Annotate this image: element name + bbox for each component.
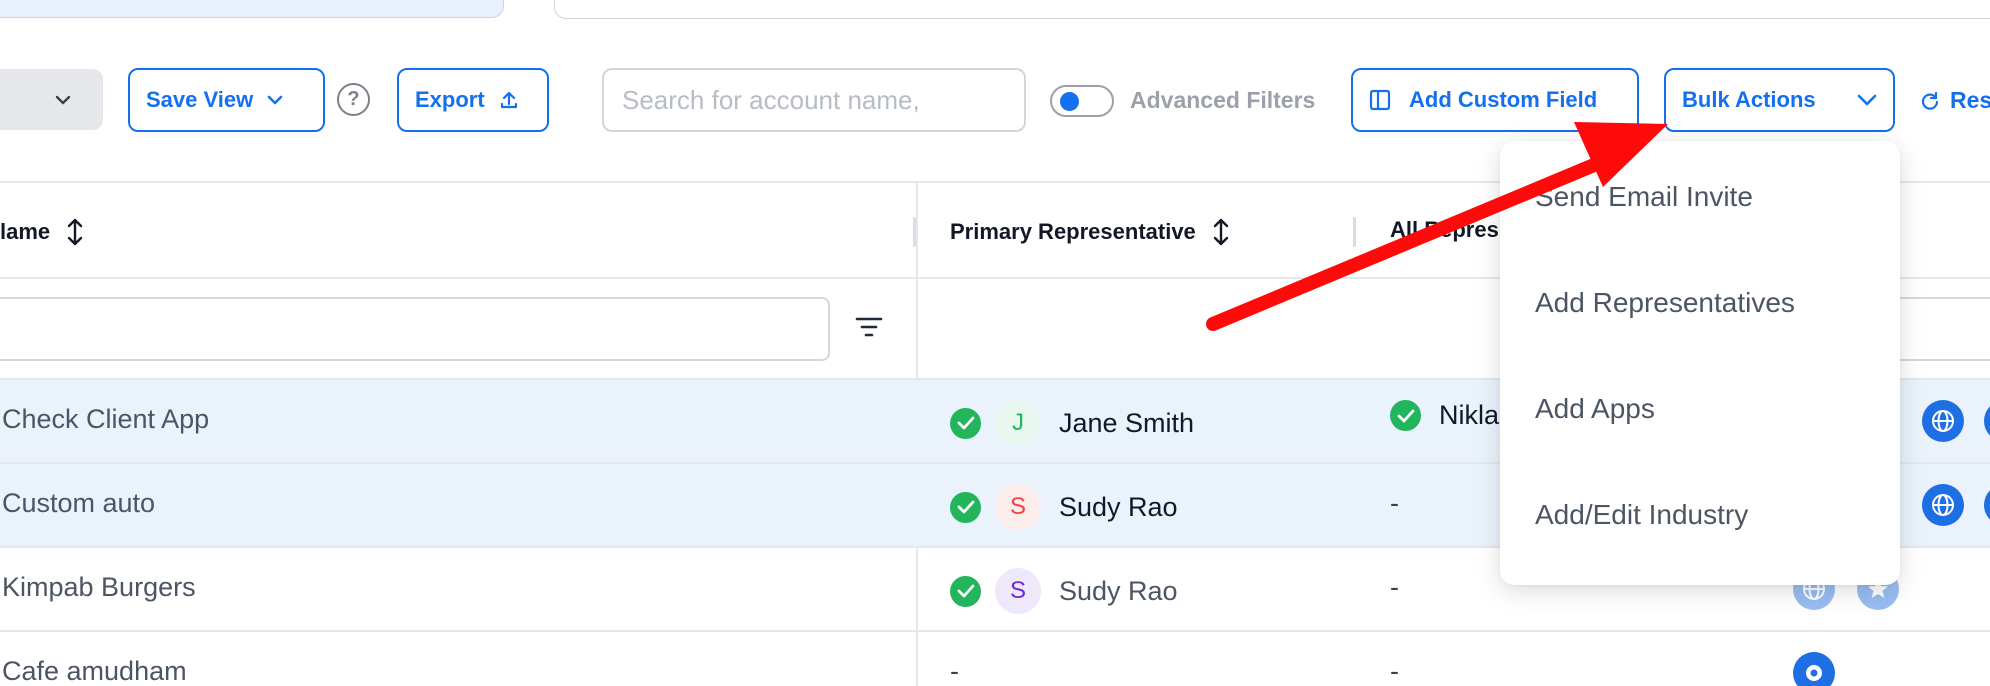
primary-representative: J Jane Smith: [950, 400, 1194, 446]
all-representatives: -: [1390, 572, 1399, 602]
help-icon[interactable]: ?: [337, 83, 370, 116]
representative-name: Jane Smith: [1059, 407, 1195, 438]
representative-name: Sudy Rao: [1059, 491, 1178, 522]
all-representatives: Niklas: [1390, 400, 1513, 431]
top-input-area: [554, 0, 1990, 19]
chevron-down-icon: [267, 95, 283, 105]
column-header-name[interactable]: lame: [0, 217, 84, 247]
app-icon[interactable]: [1984, 400, 1990, 442]
column-header-all-representatives[interactable]: All Repres: [1390, 217, 1499, 243]
check-icon: [1390, 400, 1421, 431]
add-custom-field-button[interactable]: Add Custom Field: [1351, 68, 1639, 132]
app-icon[interactable]: [1984, 484, 1990, 526]
view-select[interactable]: [0, 69, 103, 130]
search-input[interactable]: Search for account name,: [602, 68, 1026, 132]
advanced-filters-toggle[interactable]: [1050, 85, 1114, 117]
refresh-label: Res: [1950, 87, 1990, 113]
column-header-label: Primary Representative: [950, 219, 1196, 244]
primary-representative: -: [950, 656, 959, 686]
check-icon: [950, 407, 981, 439]
save-view-button[interactable]: Save View: [128, 68, 325, 132]
bulk-actions-label: Bulk Actions: [1682, 87, 1816, 112]
avatar: S: [995, 568, 1041, 614]
advanced-filters-label: Advanced Filters: [1130, 87, 1316, 113]
toolbar: Save View ? Export Search for account na…: [0, 68, 1990, 132]
all-representatives: -: [1390, 656, 1399, 686]
column-header-label: All Repres: [1390, 217, 1499, 242]
column-divider[interactable]: [1353, 217, 1356, 247]
bulk-actions-menu: Send Email Invite Add Representatives Ad…: [1500, 141, 1900, 585]
column-header-primary-representative[interactable]: Primary Representative: [950, 217, 1230, 247]
account-name[interactable]: Custom auto: [2, 488, 155, 519]
bulk-actions-button[interactable]: Bulk Actions: [1664, 68, 1895, 132]
representative-name: Sudy Rao: [1059, 575, 1178, 606]
name-filter-input[interactable]: [0, 297, 830, 361]
all-representatives: -: [1390, 488, 1399, 518]
column-header-label: lame: [0, 219, 51, 244]
account-name[interactable]: Cafe amudham: [2, 656, 187, 686]
primary-representative: S Sudy Rao: [950, 568, 1178, 614]
table-row[interactable]: Cafe amudham - -: [0, 632, 1990, 686]
menu-item-add-representatives[interactable]: Add Representatives: [1535, 287, 1795, 319]
globe-icon[interactable]: [1922, 484, 1964, 526]
check-icon: [950, 575, 981, 607]
avatar: S: [995, 484, 1041, 530]
chevron-down-icon: [1857, 94, 1877, 106]
menu-item-send-email-invite[interactable]: Send Email Invite: [1535, 181, 1753, 213]
export-button[interactable]: Export: [397, 68, 549, 132]
add-custom-field-label: Add Custom Field: [1409, 87, 1598, 112]
menu-item-add-apps[interactable]: Add Apps: [1535, 393, 1655, 425]
save-view-label: Save View: [146, 87, 254, 112]
sort-icon[interactable]: [1212, 217, 1230, 247]
check-icon: [950, 491, 981, 523]
refresh-icon: [1921, 91, 1939, 110]
location-icon[interactable]: [1793, 652, 1835, 686]
refresh-button[interactable]: Res: [1920, 87, 1990, 114]
globe-icon[interactable]: [1922, 400, 1964, 442]
avatar: J: [995, 400, 1041, 446]
top-tab-area: [0, 0, 504, 18]
account-name[interactable]: Check Client App: [2, 404, 209, 435]
apps-filter-input[interactable]: [1888, 297, 1990, 361]
search-placeholder: Search for account name,: [622, 84, 920, 115]
chevron-down-icon: [55, 95, 71, 104]
columns-icon: [1369, 89, 1391, 111]
export-label: Export: [415, 87, 485, 112]
toggle-knob: [1060, 92, 1079, 111]
sort-icon[interactable]: [66, 217, 84, 247]
account-name[interactable]: Kimpab Burgers: [2, 572, 196, 603]
filter-icon[interactable]: [854, 315, 884, 339]
upload-icon: [500, 91, 517, 109]
menu-item-add-edit-industry[interactable]: Add/Edit Industry: [1535, 499, 1748, 531]
primary-representative: S Sudy Rao: [950, 484, 1178, 530]
